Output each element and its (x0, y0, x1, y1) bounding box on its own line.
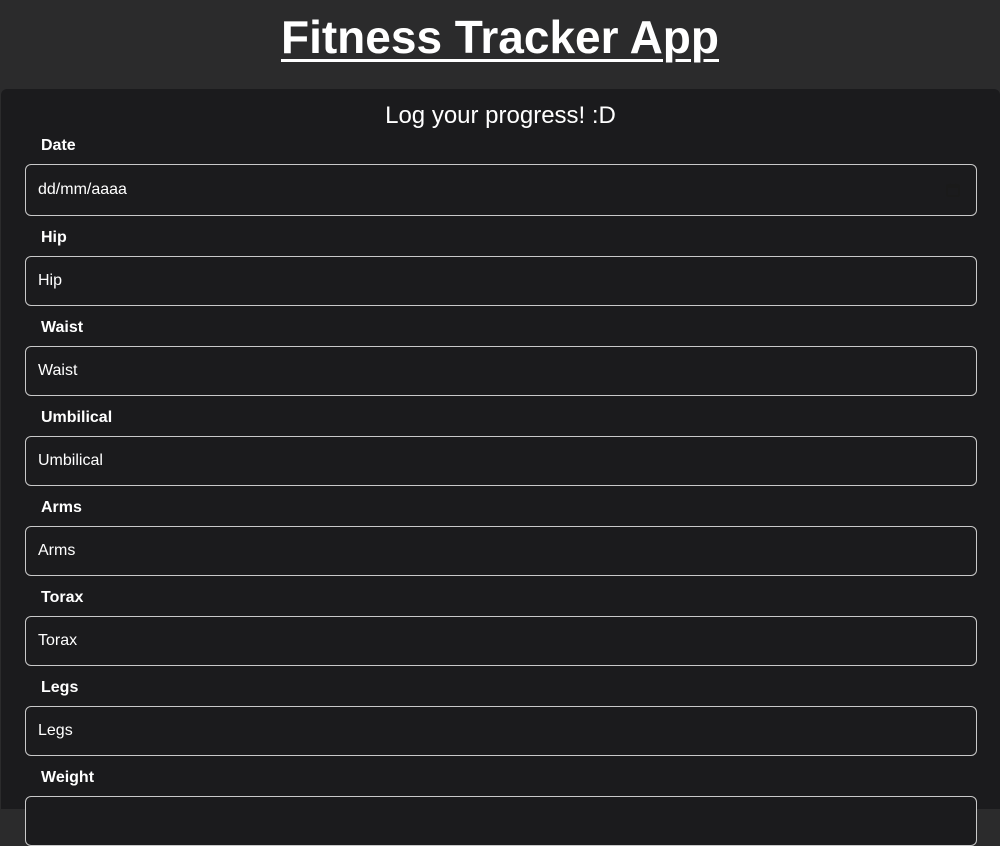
date-input[interactable] (26, 165, 976, 215)
umbilical-label: Umbilical (41, 409, 113, 426)
umbilical-input[interactable] (26, 437, 976, 485)
torax-input[interactable] (26, 617, 976, 665)
arms-label: Arms (41, 499, 82, 516)
legs-input-box[interactable] (25, 706, 977, 756)
waist-input-box[interactable] (25, 346, 977, 396)
hip-input-box[interactable] (25, 256, 977, 306)
torax-label: Torax (41, 589, 84, 606)
legs-field: Legs (25, 678, 977, 756)
weight-input[interactable] (26, 797, 976, 845)
calendar-icon[interactable] (946, 183, 960, 197)
arms-input[interactable] (26, 527, 976, 575)
hip-label: Hip (41, 229, 67, 246)
progress-form-panel: Log your progress! :D Date Hip Waist Umb… (1, 89, 1000, 846)
date-input-box[interactable] (25, 164, 977, 216)
waist-label: Waist (41, 319, 84, 336)
hip-input[interactable] (26, 257, 976, 305)
arms-field: Arms (25, 498, 977, 576)
torax-field: Torax (25, 588, 977, 666)
hip-field: Hip (25, 228, 977, 306)
app-header: Fitness Tracker App (0, 0, 1000, 88)
torax-input-box[interactable] (25, 616, 977, 666)
umbilical-field: Umbilical (25, 408, 977, 486)
umbilical-input-box[interactable] (25, 436, 977, 486)
weight-field: Weight (25, 768, 977, 846)
weight-label: Weight (41, 769, 95, 786)
weight-input-box[interactable] (25, 796, 977, 846)
date-label: Date (41, 137, 76, 154)
waist-field: Waist (25, 318, 977, 396)
arms-input-box[interactable] (25, 526, 977, 576)
legs-label: Legs (41, 679, 79, 696)
date-field: Date (25, 136, 977, 216)
waist-input[interactable] (26, 347, 976, 395)
app-title: Fitness Tracker App (280, 11, 719, 63)
form-heading: Log your progress! :D (385, 102, 616, 129)
legs-input[interactable] (26, 707, 976, 755)
